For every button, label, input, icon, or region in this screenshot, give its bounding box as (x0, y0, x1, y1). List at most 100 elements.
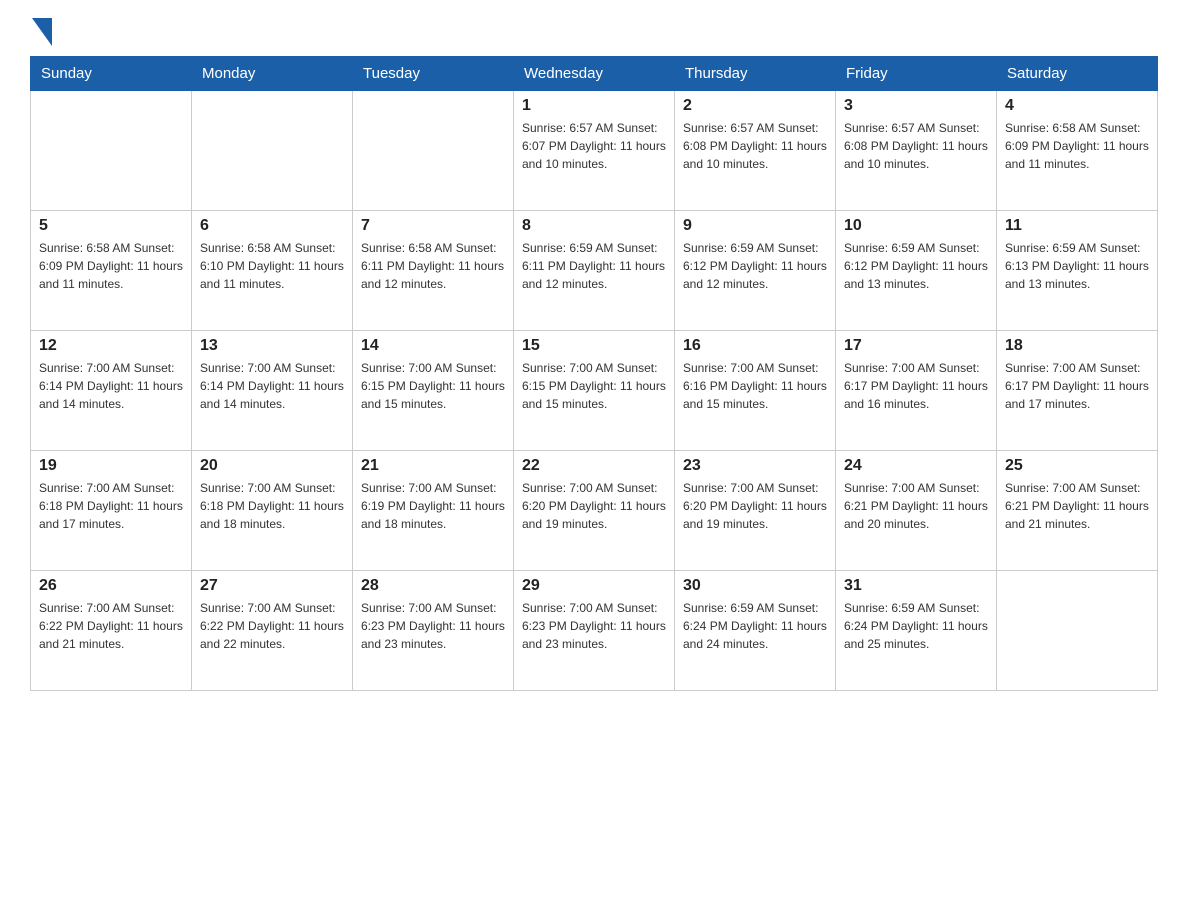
day-info: Sunrise: 7:00 AM Sunset: 6:23 PM Dayligh… (361, 599, 505, 653)
day-number: 26 (39, 577, 183, 595)
calendar-cell: 26 Sunrise: 7:00 AM Sunset: 6:22 PM Dayli… (31, 571, 192, 691)
calendar-week-row: 19 Sunrise: 7:00 AM Sunset: 6:18 PM Dayli… (31, 451, 1158, 571)
day-info: Sunrise: 7:00 AM Sunset: 6:17 PM Dayligh… (844, 359, 988, 413)
calendar-cell: 20 Sunrise: 7:00 AM Sunset: 6:18 PM Dayli… (192, 451, 353, 571)
calendar-cell: 24 Sunrise: 7:00 AM Sunset: 6:21 PM Dayli… (836, 451, 997, 571)
calendar-cell: 1 Sunrise: 6:57 AM Sunset: 6:07 PM Daylig… (514, 91, 675, 211)
calendar-cell: 18 Sunrise: 7:00 AM Sunset: 6:17 PM Dayli… (997, 331, 1158, 451)
calendar-week-row: 26 Sunrise: 7:00 AM Sunset: 6:22 PM Dayli… (31, 571, 1158, 691)
day-number: 17 (844, 337, 988, 355)
calendar-cell: 10 Sunrise: 6:59 AM Sunset: 6:12 PM Dayli… (836, 211, 997, 331)
day-number: 20 (200, 457, 344, 475)
calendar-body: 1 Sunrise: 6:57 AM Sunset: 6:07 PM Daylig… (31, 91, 1158, 691)
day-number: 3 (844, 97, 988, 115)
day-info: Sunrise: 6:58 AM Sunset: 6:09 PM Dayligh… (39, 239, 183, 293)
day-number: 19 (39, 457, 183, 475)
calendar-week-row: 12 Sunrise: 7:00 AM Sunset: 6:14 PM Dayli… (31, 331, 1158, 451)
day-info: Sunrise: 7:00 AM Sunset: 6:22 PM Dayligh… (200, 599, 344, 653)
day-info: Sunrise: 7:00 AM Sunset: 6:21 PM Dayligh… (1005, 479, 1149, 533)
day-number: 5 (39, 217, 183, 235)
day-number: 14 (361, 337, 505, 355)
logo-triangle-icon (32, 18, 52, 46)
calendar-cell (192, 91, 353, 211)
day-number: 29 (522, 577, 666, 595)
day-number: 25 (1005, 457, 1149, 475)
day-number: 1 (522, 97, 666, 115)
day-info: Sunrise: 7:00 AM Sunset: 6:20 PM Dayligh… (683, 479, 827, 533)
calendar-cell (31, 91, 192, 211)
calendar-cell: 16 Sunrise: 7:00 AM Sunset: 6:16 PM Dayli… (675, 331, 836, 451)
day-info: Sunrise: 7:00 AM Sunset: 6:19 PM Dayligh… (361, 479, 505, 533)
day-number: 22 (522, 457, 666, 475)
calendar-cell: 23 Sunrise: 7:00 AM Sunset: 6:20 PM Dayli… (675, 451, 836, 571)
calendar-cell: 29 Sunrise: 7:00 AM Sunset: 6:23 PM Dayli… (514, 571, 675, 691)
calendar-header-saturday: Saturday (997, 57, 1158, 91)
calendar-cell: 7Sunrise: 6:58 AM Sunset: 6:11 PM Daylig… (353, 211, 514, 331)
day-number: 21 (361, 457, 505, 475)
calendar-week-row: 1 Sunrise: 6:57 AM Sunset: 6:07 PM Daylig… (31, 91, 1158, 211)
calendar-cell: 8 Sunrise: 6:59 AM Sunset: 6:11 PM Daylig… (514, 211, 675, 331)
day-info: Sunrise: 7:00 AM Sunset: 6:22 PM Dayligh… (39, 599, 183, 653)
day-info: Sunrise: 6:59 AM Sunset: 6:11 PM Dayligh… (522, 239, 666, 293)
calendar-header-tuesday: Tuesday (353, 57, 514, 91)
calendar-cell: 27 Sunrise: 7:00 AM Sunset: 6:22 PM Dayli… (192, 571, 353, 691)
day-info: Sunrise: 6:57 AM Sunset: 6:08 PM Dayligh… (683, 119, 827, 173)
day-number: 8 (522, 217, 666, 235)
day-number: 31 (844, 577, 988, 595)
day-number: 24 (844, 457, 988, 475)
day-info: Sunrise: 6:59 AM Sunset: 6:13 PM Dayligh… (1005, 239, 1149, 293)
calendar-header-sunday: Sunday (31, 57, 192, 91)
day-number: 4 (1005, 97, 1149, 115)
calendar-cell: 14 Sunrise: 7:00 AM Sunset: 6:15 PM Dayli… (353, 331, 514, 451)
calendar-cell: 15 Sunrise: 7:00 AM Sunset: 6:15 PM Dayli… (514, 331, 675, 451)
day-info: Sunrise: 6:58 AM Sunset: 6:11 PM Dayligh… (361, 239, 505, 293)
day-number: 9 (683, 217, 827, 235)
calendar-cell: 11Sunrise: 6:59 AM Sunset: 6:13 PM Dayli… (997, 211, 1158, 331)
day-info: Sunrise: 7:00 AM Sunset: 6:20 PM Dayligh… (522, 479, 666, 533)
day-info: Sunrise: 6:59 AM Sunset: 6:12 PM Dayligh… (844, 239, 988, 293)
day-info: Sunrise: 7:00 AM Sunset: 6:23 PM Dayligh… (522, 599, 666, 653)
day-info: Sunrise: 6:57 AM Sunset: 6:08 PM Dayligh… (844, 119, 988, 173)
day-number: 28 (361, 577, 505, 595)
day-number: 2 (683, 97, 827, 115)
day-info: Sunrise: 6:59 AM Sunset: 6:24 PM Dayligh… (683, 599, 827, 653)
calendar-header-wednesday: Wednesday (514, 57, 675, 91)
calendar-cell: 31 Sunrise: 6:59 AM Sunset: 6:24 PM Dayli… (836, 571, 997, 691)
calendar-cell (353, 91, 514, 211)
day-info: Sunrise: 6:59 AM Sunset: 6:24 PM Dayligh… (844, 599, 988, 653)
day-info: Sunrise: 7:00 AM Sunset: 6:17 PM Dayligh… (1005, 359, 1149, 413)
calendar-cell (997, 571, 1158, 691)
day-number: 16 (683, 337, 827, 355)
day-number: 23 (683, 457, 827, 475)
day-info: Sunrise: 7:00 AM Sunset: 6:14 PM Dayligh… (39, 359, 183, 413)
calendar-header-thursday: Thursday (675, 57, 836, 91)
day-number: 6 (200, 217, 344, 235)
day-info: Sunrise: 7:00 AM Sunset: 6:15 PM Dayligh… (361, 359, 505, 413)
calendar-cell: 3 Sunrise: 6:57 AM Sunset: 6:08 PM Daylig… (836, 91, 997, 211)
calendar-cell: 13 Sunrise: 7:00 AM Sunset: 6:14 PM Dayli… (192, 331, 353, 451)
calendar-table: SundayMondayTuesdayWednesdayThursdayFrid… (30, 56, 1158, 691)
calendar-cell: 6Sunrise: 6:58 AM Sunset: 6:10 PM Daylig… (192, 211, 353, 331)
calendar-cell: 21 Sunrise: 7:00 AM Sunset: 6:19 PM Dayli… (353, 451, 514, 571)
day-number: 15 (522, 337, 666, 355)
day-info: Sunrise: 6:59 AM Sunset: 6:12 PM Dayligh… (683, 239, 827, 293)
day-number: 10 (844, 217, 988, 235)
calendar-header-monday: Monday (192, 57, 353, 91)
day-info: Sunrise: 7:00 AM Sunset: 6:21 PM Dayligh… (844, 479, 988, 533)
day-info: Sunrise: 7:00 AM Sunset: 6:16 PM Dayligh… (683, 359, 827, 413)
day-number: 30 (683, 577, 827, 595)
day-info: Sunrise: 6:57 AM Sunset: 6:07 PM Dayligh… (522, 119, 666, 173)
day-number: 27 (200, 577, 344, 595)
calendar-cell: 17 Sunrise: 7:00 AM Sunset: 6:17 PM Dayli… (836, 331, 997, 451)
day-info: Sunrise: 7:00 AM Sunset: 6:18 PM Dayligh… (200, 479, 344, 533)
calendar-cell: 19Sunrise: 7:00 AM Sunset: 6:18 PM Dayli… (31, 451, 192, 571)
calendar-cell: 5 Sunrise: 6:58 AM Sunset: 6:09 PM Daylig… (31, 211, 192, 331)
day-number: 12 (39, 337, 183, 355)
day-info: Sunrise: 7:00 AM Sunset: 6:14 PM Dayligh… (200, 359, 344, 413)
day-number: 18 (1005, 337, 1149, 355)
day-number: 13 (200, 337, 344, 355)
calendar-cell: 9 Sunrise: 6:59 AM Sunset: 6:12 PM Daylig… (675, 211, 836, 331)
calendar-cell: 12 Sunrise: 7:00 AM Sunset: 6:14 PM Dayli… (31, 331, 192, 451)
day-info: Sunrise: 7:00 AM Sunset: 6:15 PM Dayligh… (522, 359, 666, 413)
calendar-header-row: SundayMondayTuesdayWednesdayThursdayFrid… (31, 57, 1158, 91)
